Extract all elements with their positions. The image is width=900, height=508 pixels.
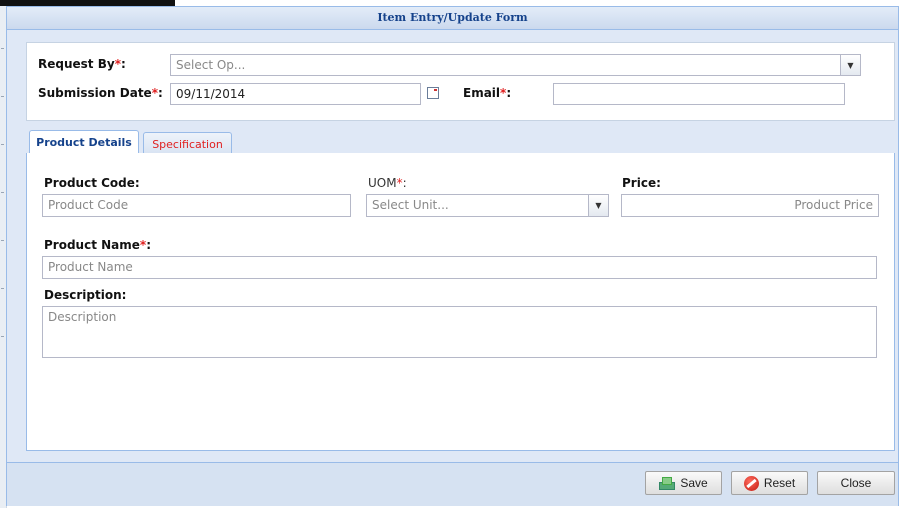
chevron-down-icon[interactable]: ▼ — [840, 55, 860, 75]
description-textarea[interactable]: Description — [42, 306, 877, 358]
window-title: Item Entry/Update Form — [377, 11, 528, 24]
reset-button[interactable]: Reset — [731, 471, 808, 495]
strip-tick — [1, 288, 4, 289]
submission-date-value: 09/11/2014 — [176, 87, 246, 101]
submission-date-field[interactable]: 09/11/2014 — [170, 83, 421, 105]
uom-combo[interactable]: Select Unit... ▼ — [366, 194, 609, 217]
save-button[interactable]: Save — [645, 471, 722, 495]
close-button[interactable]: Close — [817, 471, 895, 495]
product-name-input[interactable]: Product Name — [42, 256, 877, 279]
strip-tick — [1, 48, 4, 49]
strip-tick — [1, 336, 4, 337]
product-code-placeholder: Product Code — [48, 198, 129, 212]
product-code-label: Product Code: — [44, 176, 140, 190]
reset-icon — [743, 475, 759, 491]
strip-tick — [1, 192, 4, 193]
uom-placeholder: Select Unit... — [372, 198, 449, 212]
email-field[interactable] — [553, 83, 845, 105]
uom-label: UOM*: — [368, 176, 407, 190]
request-by-placeholder: Select Op... — [176, 58, 246, 72]
strip-tick — [1, 144, 4, 145]
window-titlebar[interactable]: Item Entry/Update Form — [7, 7, 898, 30]
product-name-label: Product Name*: — [44, 238, 151, 252]
product-code-input[interactable]: Product Code — [42, 194, 351, 217]
reset-button-label: Reset — [763, 476, 796, 490]
request-by-combo[interactable]: Select Op... ▼ — [170, 54, 861, 76]
save-icon — [659, 477, 676, 490]
request-by-label: Request By*: — [38, 57, 126, 71]
strip-tick — [1, 96, 4, 97]
email-label: Email*: — [463, 86, 512, 100]
close-button-label: Close — [840, 476, 872, 490]
price-label: Price: — [622, 176, 661, 190]
save-button-label: Save — [680, 476, 708, 490]
calendar-icon[interactable] — [425, 84, 441, 102]
description-label: Description: — [44, 288, 127, 302]
price-input[interactable]: Product Price — [621, 194, 879, 217]
product-name-placeholder: Product Name — [48, 260, 133, 274]
chevron-down-icon[interactable]: ▼ — [588, 195, 608, 216]
submission-date-label: Submission Date*: — [38, 86, 163, 100]
price-placeholder: Product Price — [794, 198, 873, 212]
strip-tick — [1, 240, 4, 241]
description-placeholder: Description — [48, 310, 117, 324]
